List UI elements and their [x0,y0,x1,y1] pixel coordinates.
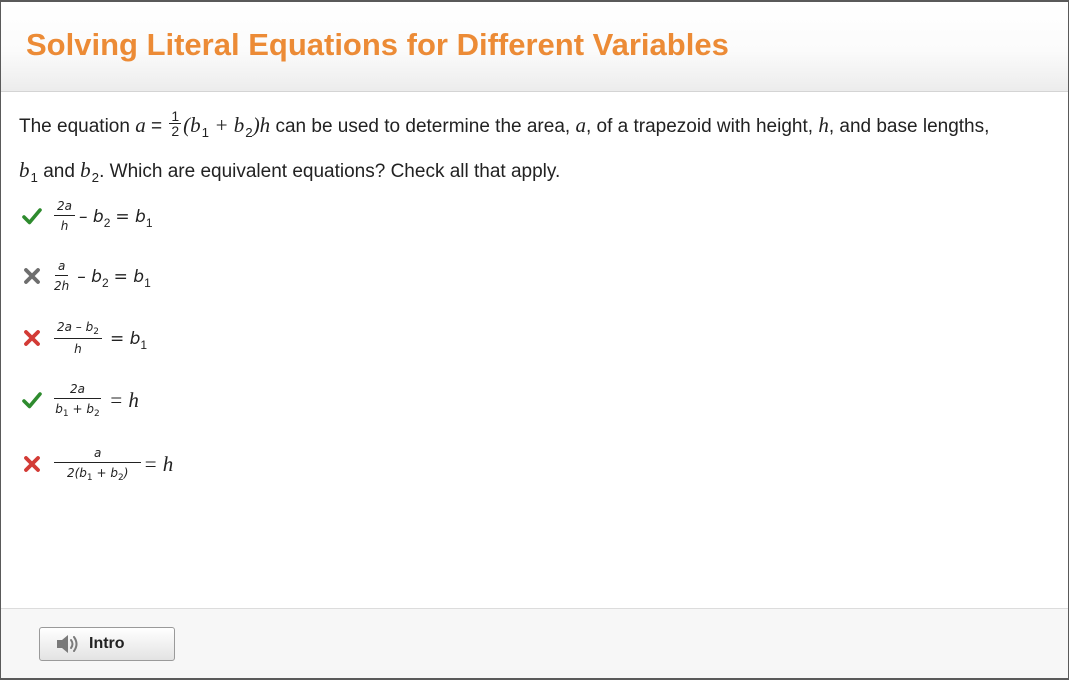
equation-fraction: 2a b1 + b2 [54,382,101,419]
variable-b: b [80,158,91,182]
half-fraction: 12 [169,107,182,140]
question-part: and [43,161,75,182]
answer-option-4[interactable]: 2a b1 + b2 = h [21,378,139,422]
equation-rest: – b2 = b1 [79,206,153,230]
fraction-numerator: 1 [169,107,182,125]
denominator-text: 2(b [66,466,87,480]
equation-term: – b [77,266,102,287]
formula-part: (b [183,113,201,137]
fraction-denominator: h [74,342,82,356]
equation-rhs: = b [109,328,141,349]
intro-label: Intro [89,635,125,652]
equation-rest: = b1 [109,328,148,352]
equation: a 2(b1 + b2) = h [54,446,173,483]
question-part: can be used to determine the area, [275,116,571,137]
subscript: 2 [101,275,109,290]
fraction-denominator: b1 + b2 [55,399,100,419]
footer-bar: Intro [1,608,1068,678]
fraction-numerator: 2a [54,382,101,399]
page-title: Solving Literal Equations for Different … [26,27,729,62]
denominator-text: b [55,402,63,416]
subscript: 2 [245,124,253,140]
close-icon [24,456,40,472]
question-part: , of a trapezoid with height, [585,116,814,137]
subscript: 1 [201,124,210,140]
answer-option-3[interactable]: 2a – b2 h = b1 [21,316,147,360]
answer-option-2[interactable]: a 2h – b2 = b1 [21,254,151,298]
subscript: 2 [117,473,124,483]
subscript: 1 [62,409,69,419]
fraction-denominator: 2 [171,123,180,140]
subscript: 1 [86,473,93,483]
intro-button[interactable]: Intro [39,627,175,661]
fraction-numerator: 2a – b2 [54,320,102,339]
numerator-text: 2a – b [57,320,94,334]
subscript: 2 [103,215,111,230]
equation: 2a – b2 h = b1 [54,320,147,356]
subscript: 1 [145,215,153,230]
equation-rhs: = h [109,387,139,412]
fraction-denominator: h [60,219,69,233]
equation-rest: = h [109,388,139,413]
variable-a: a [135,113,146,137]
variable-h: h [818,113,829,137]
answer-option-1[interactable]: 2a h – b2 = b1 [21,194,153,238]
subscript: 1 [144,275,151,290]
question-part: , and base lengths, [828,116,990,137]
header: Solving Literal Equations for Different … [1,2,1068,92]
equation-rhs: = b [115,206,146,227]
fraction-numerator: a [54,446,142,463]
subscript: 2 [93,327,99,337]
formula-part: + b [214,113,245,137]
subscript: 1 [140,337,148,352]
variable-b: b [19,158,30,182]
question-part: The equation [19,116,130,137]
equation-rest: – b2 = b1 [77,266,151,290]
equation-rhs: = b [113,266,145,287]
subscript: 2 [91,169,100,185]
equation-rest: = h [143,452,173,477]
equation: a 2h – b2 = b1 [54,259,151,293]
close-icon [24,268,40,284]
activity-window: Solving Literal Equations for Different … [1,2,1068,678]
denominator-text: ) [123,466,129,480]
equation-rhs: = h [143,451,174,476]
equation-fraction: a 2(b1 + b2) [54,446,142,483]
check-icon [22,392,42,409]
fraction-denominator: 2h [54,279,70,293]
check-icon [22,208,42,225]
equals-sign: = [150,116,163,137]
variable-a: a [575,113,586,137]
equation: 2a b1 + b2 = h [54,382,139,419]
speaker-icon [57,635,78,653]
equation: 2a h – b2 = b1 [54,199,153,233]
question-part: . Which are equivalent equations? Check … [99,161,561,182]
equation-term: – b [79,206,104,227]
denominator-text: + b [68,402,94,416]
subscript: 1 [30,169,38,185]
answer-option-5[interactable]: a 2(b1 + b2) = h [21,442,173,486]
question-text: The equation a = 1 2 (b1 + b2)h can be use… [19,104,1059,194]
fraction-numerator: a [54,259,69,276]
fraction-denominator: 2(b1 + b2) [66,463,129,483]
subscript: 2 [93,409,100,419]
fraction-numerator: 2a [54,199,75,216]
equation-fraction: a 2h [54,259,69,293]
close-icon [24,330,40,346]
denominator-text: + b [92,466,118,480]
formula-part: )h [252,113,271,137]
equation-fraction: 2a h [54,199,75,233]
equation-fraction: 2a – b2 h [54,320,102,356]
